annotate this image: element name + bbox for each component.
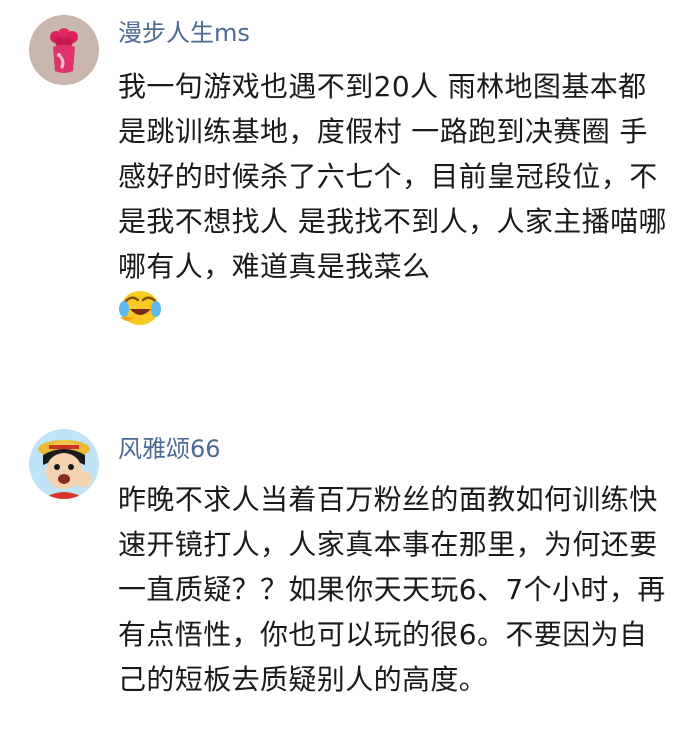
cartoon-pirate-avatar-icon [29, 429, 99, 499]
comment-item: 风雅颂66 昨晚不求人当着百万粉丝的面教如何训练快速开镜打人，人家真本事在那里，… [0, 0, 700, 739]
username[interactable]: 风雅颂66 [118, 434, 221, 464]
comment-text: 昨晚不求人当着百万粉丝的面教如何训练快速开镜打人，人家真本事在那里，为何还要一直… [118, 483, 666, 696]
user-avatar[interactable] [29, 429, 99, 499]
